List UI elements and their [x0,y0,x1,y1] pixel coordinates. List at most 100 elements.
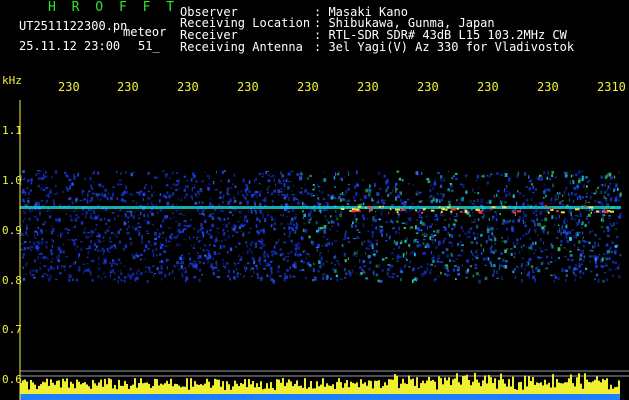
level-bar [300,385,302,394]
noise-speck [433,230,436,233]
noise-speck [385,181,387,185]
level-bar [42,381,44,394]
noise-speck [23,218,26,220]
noise-speck [80,221,84,225]
noise-speck [368,267,371,271]
noise-speck [492,215,495,219]
noise-speck [332,220,335,224]
noise-speck [22,233,25,237]
noise-speck [409,260,411,264]
noise-speck [574,215,577,217]
app-title: H R O F F T [48,0,179,15]
noise-speck [318,254,321,256]
level-bar [618,380,620,394]
noise-speck [178,269,180,271]
level-bar [560,383,562,394]
level-bar [40,384,42,394]
level-bar [600,382,602,394]
level-bar [50,379,52,394]
noise-speck [253,258,255,262]
noise-speck [106,198,109,200]
noise-speck [423,238,426,241]
noise-speck [199,228,202,231]
noise-speck [249,243,252,246]
noise-speck [550,274,553,276]
noise-speck [38,202,40,205]
noise-speck [518,251,521,254]
noise-speck [313,209,316,212]
noise-speck [618,171,620,174]
noise-speck [438,240,441,245]
level-bar [266,383,268,394]
level-bar [240,383,242,394]
noise-speck [313,186,316,190]
level-bar [450,385,452,394]
noise-speck [118,275,120,280]
level-bar [344,383,346,394]
noise-speck [345,272,348,275]
noise-speck [554,194,557,199]
noise-speck [184,271,186,273]
noise-speck [215,236,218,241]
noise-speck [335,210,337,213]
noise-speck [452,223,456,226]
level-bar [572,383,574,394]
noise-speck [177,223,181,227]
noise-speck [496,193,498,198]
noise-speck [426,178,430,181]
noise-speck [24,263,27,268]
level-bar [22,380,24,394]
noise-speck [551,170,554,175]
level-bar [174,383,176,394]
noise-speck [434,219,437,221]
noise-speck [361,268,364,272]
noise-speck [41,241,44,245]
noise-speck [180,213,183,215]
noise-speck [536,270,540,272]
noise-speck [262,213,264,216]
noise-speck [279,253,283,257]
noise-speck [131,254,133,256]
noise-speck [76,278,78,282]
noise-speck [581,175,585,180]
noise-speck [308,212,312,214]
noise-speck [504,220,508,224]
noise-speck [607,193,610,197]
noise-speck [381,226,383,228]
noise-speck [578,231,581,234]
noise-speck [109,261,111,264]
level-bar [312,388,314,394]
noise-speck [450,189,454,193]
noise-speck [59,272,62,275]
noise-speck [607,249,611,254]
noise-speck [281,194,285,196]
noise-speck [204,220,207,223]
noise-speck [173,264,176,268]
level-bar [356,382,358,394]
noise-speck [403,227,406,229]
noise-speck [607,185,609,188]
hotspot [396,211,399,214]
noise-speck [322,273,325,275]
noise-speck [420,246,422,249]
level-bar [30,380,32,394]
level-bar [172,386,174,394]
noise-speck [356,170,358,175]
noise-speck [131,272,135,276]
noise-speck [611,241,614,244]
noise-speck [290,221,292,226]
noise-speck [278,275,282,278]
noise-speck [396,220,399,223]
noise-speck [287,211,290,213]
level-bar [586,379,588,394]
noise-speck [555,198,559,200]
noise-speck [259,209,262,214]
noise-speck [527,202,529,205]
noise-speck [564,217,567,221]
noise-speck [591,255,594,258]
noise-speck [125,212,127,216]
noise-speck [576,234,578,239]
noise-speck [242,194,244,197]
level-bar [542,385,544,394]
noise-speck [97,214,99,218]
